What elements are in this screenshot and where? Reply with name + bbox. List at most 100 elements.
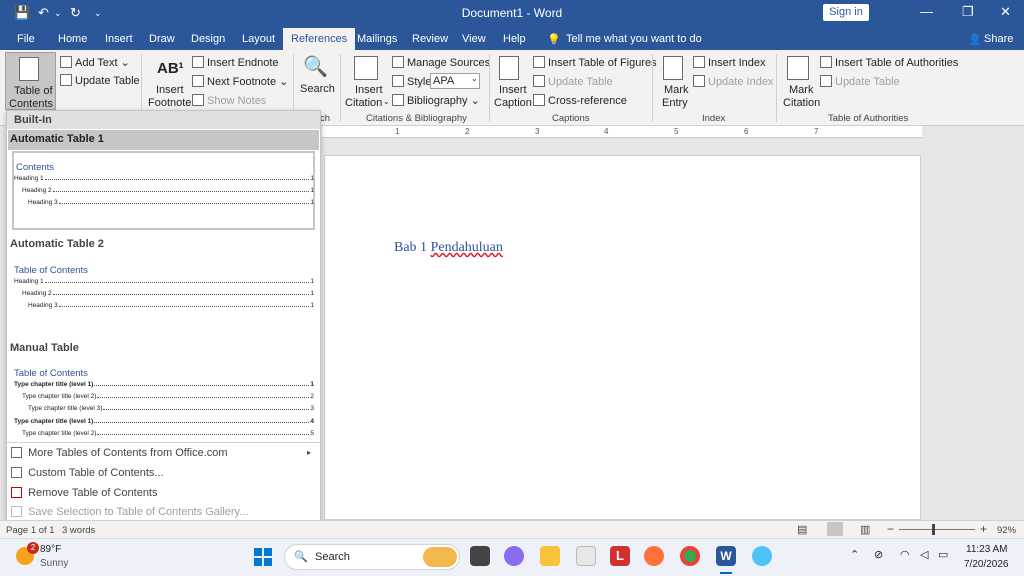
zoom-slider-thumb[interactable]: [932, 524, 935, 535]
weather-temp[interactable]: 89°F: [40, 544, 61, 555]
tab-draw[interactable]: Draw: [149, 33, 175, 45]
file-explorer-icon[interactable]: [540, 546, 560, 566]
windows-start-icon[interactable]: [254, 548, 272, 566]
captions-update-table-button[interactable]: Update Table: [533, 75, 613, 88]
search-button[interactable]: Search: [300, 83, 335, 95]
zoom-slider[interactable]: [899, 529, 975, 530]
clock-time[interactable]: 11:23 AM: [966, 544, 1008, 555]
style-chevron-icon: ⌄: [471, 74, 478, 83]
copilot-icon[interactable]: [504, 546, 524, 566]
custom-table-of-contents-menu-item[interactable]: Custom Table of Contents...: [11, 467, 164, 479]
restore-button[interactable]: ❐: [962, 4, 974, 20]
chevron-up-icon[interactable]: ⌃: [850, 548, 859, 561]
insert-endnote-button[interactable]: Insert Endnote: [192, 56, 279, 69]
zoom-level[interactable]: 92%: [997, 525, 1016, 536]
add-text-button[interactable]: Add Text ⌄: [60, 56, 130, 69]
style-label: Style:: [392, 75, 435, 88]
tab-references[interactable]: References: [283, 28, 356, 50]
document-page[interactable]: [324, 155, 921, 520]
insert-table-of-authorities-button[interactable]: Insert Table of Authorities: [820, 56, 958, 69]
web-layout-icon[interactable]: ▥: [860, 523, 870, 536]
mark-entry-button[interactable]: Mark: [664, 84, 688, 96]
tab-help[interactable]: Help: [503, 33, 526, 45]
word-icon[interactable]: W: [716, 546, 736, 566]
more-tables-office-menu-item[interactable]: More Tables of Contents from Office.com: [11, 447, 228, 459]
horizontal-ruler[interactable]: 1 2 3 4 5 6 7: [322, 126, 922, 138]
close-button[interactable]: ✕: [1000, 4, 1011, 20]
insert-citation-chevron-icon[interactable]: ⌄: [383, 97, 390, 106]
minimize-button[interactable]: —: [920, 4, 933, 19]
clock-date[interactable]: 7/20/2026: [964, 559, 1009, 570]
app-l-icon[interactable]: L: [610, 546, 630, 566]
table-of-authorities-group-label: Table of Authorities: [828, 113, 909, 124]
table-of-contents-button[interactable]: Table of Contents: [5, 52, 56, 110]
table-of-contents-icon: [19, 57, 39, 81]
page-count[interactable]: Page 1 of 1: [6, 525, 55, 536]
tab-mailings[interactable]: Mailings: [357, 33, 397, 45]
save-selection-menu-item[interactable]: Save Selection to Table of Contents Gall…: [11, 506, 248, 518]
toc-entry: Type chapter title (level 3) 3: [28, 405, 314, 412]
update-table-button[interactable]: Update Table: [60, 74, 140, 87]
firefox-icon[interactable]: [644, 546, 664, 566]
automatic-table-1-title[interactable]: Automatic Table 1: [8, 130, 319, 150]
toa-update-table-button[interactable]: Update Table: [820, 75, 900, 88]
office-icon: [11, 447, 22, 458]
insert-caption-button[interactable]: Insert: [499, 84, 527, 96]
volume-icon[interactable]: ◁: [920, 548, 928, 561]
read-mode-icon[interactable]: ▤: [797, 523, 807, 536]
share-icon[interactable]: 👤: [968, 33, 982, 46]
insert-citation-button[interactable]: Insert: [355, 84, 383, 96]
network-off-icon[interactable]: ⊘: [874, 548, 883, 561]
remove-table-of-contents-menu-item[interactable]: Remove Table of Contents: [11, 487, 158, 499]
tab-home[interactable]: Home: [58, 33, 87, 45]
mark-entry-icon: [663, 56, 683, 80]
zoom-out-button[interactable]: −: [887, 522, 894, 536]
document-heading[interactable]: Bab 1 Pendahuluan: [394, 240, 503, 256]
tab-design[interactable]: Design: [191, 33, 225, 45]
toc-entry: Heading 21: [22, 290, 314, 297]
word-count[interactable]: 3 words: [62, 525, 95, 536]
tell-me-box[interactable]: Tell me what you want to do: [566, 33, 702, 45]
maps-icon[interactable]: [752, 546, 772, 566]
notification-badge: 2: [27, 542, 39, 554]
mark-citation-button[interactable]: Mark: [789, 84, 813, 96]
weather-desc[interactable]: Sunny: [40, 558, 68, 569]
manual-table-title[interactable]: Manual Table: [10, 342, 79, 354]
update-index-button[interactable]: Update Index: [693, 75, 773, 88]
insert-endnote-icon: [192, 56, 204, 68]
style-select[interactable]: APA ⌄: [430, 73, 480, 89]
automatic-table-1-preview[interactable]: Contents Heading 11 Heading 21 Heading 3…: [12, 151, 315, 230]
search-icon: 🔍: [303, 56, 328, 78]
tab-review[interactable]: Review: [412, 33, 448, 45]
zoom-in-button[interactable]: +: [980, 522, 987, 536]
wifi-icon[interactable]: ◠: [900, 548, 910, 561]
insert-footnote-button[interactable]: Insert: [156, 84, 184, 96]
insert-citation-icon: [354, 56, 378, 80]
manual-table-preview[interactable]: Table of Contents Type chapter title (le…: [12, 361, 315, 439]
automatic-table-2-title[interactable]: Automatic Table 2: [10, 238, 104, 250]
tab-layout[interactable]: Layout: [242, 33, 275, 45]
captions-group-label: Captions: [552, 113, 590, 124]
share-button[interactable]: Share: [984, 33, 1013, 45]
sign-in-button[interactable]: Sign in: [823, 4, 869, 21]
store-icon[interactable]: [576, 546, 596, 566]
manage-sources-button[interactable]: Manage Sources: [392, 56, 490, 69]
tab-file[interactable]: File: [17, 33, 35, 45]
tab-insert[interactable]: Insert: [105, 33, 133, 45]
battery-icon[interactable]: ▭: [938, 548, 948, 561]
cross-reference-button[interactable]: Cross-reference: [533, 94, 627, 107]
chrome-icon[interactable]: [680, 546, 700, 566]
insert-caption-icon: [499, 56, 519, 80]
taskbar-search[interactable]: 🔍 Search: [284, 544, 460, 570]
show-notes-button[interactable]: Show Notes: [192, 94, 266, 107]
automatic-table-2-preview[interactable]: Table of Contents Heading 11 Heading 21 …: [12, 257, 315, 317]
task-view-icon[interactable]: [470, 546, 490, 566]
tab-view[interactable]: View: [462, 33, 486, 45]
insert-index-button[interactable]: Insert Index: [693, 56, 765, 69]
next-footnote-button[interactable]: Next Footnote ⌄: [192, 75, 288, 88]
bibliography-button[interactable]: Bibliography ⌄: [392, 94, 480, 107]
insert-table-of-figures-button[interactable]: Insert Table of Figures: [533, 56, 657, 69]
print-layout-icon[interactable]: [827, 522, 843, 536]
toc-entry: Type chapter title (level 2) 2: [22, 393, 314, 400]
show-notes-icon: [192, 94, 204, 106]
